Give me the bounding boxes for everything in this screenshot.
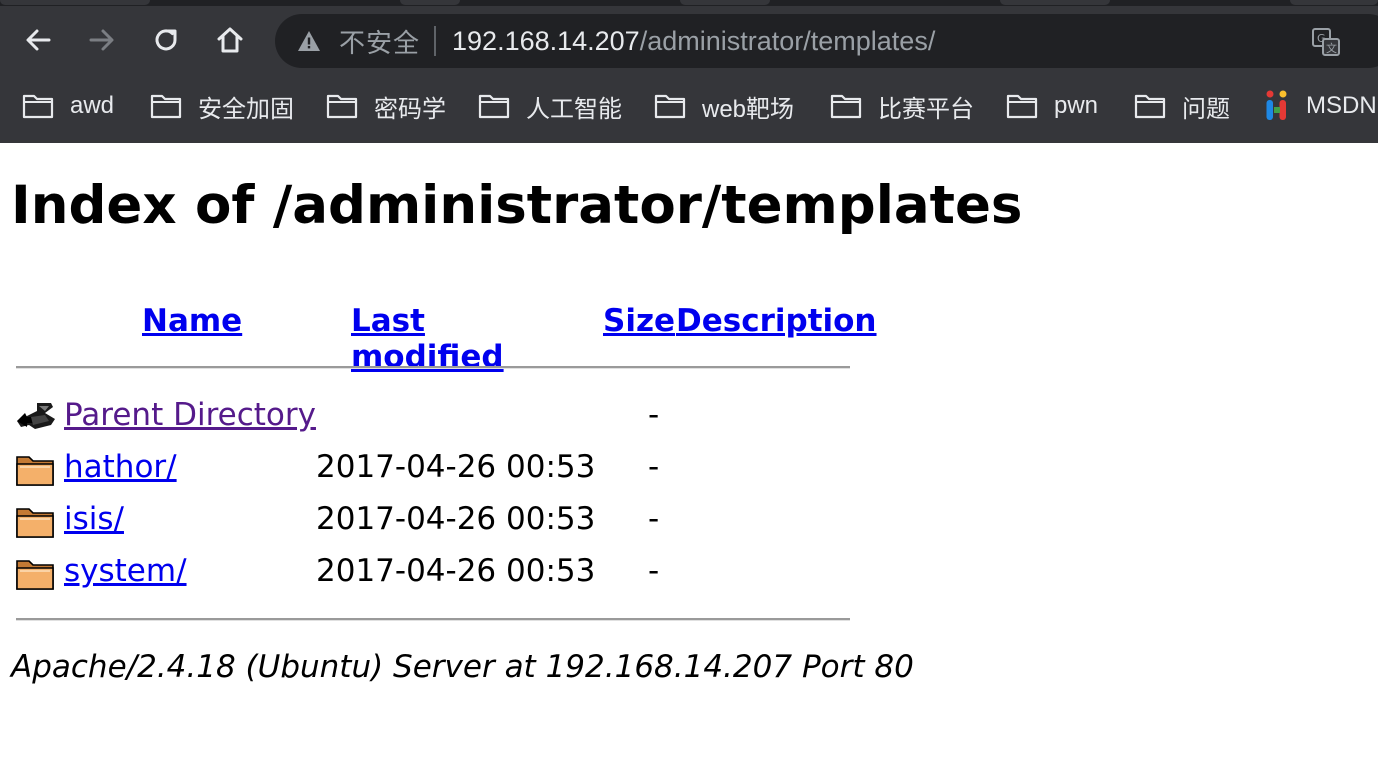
table-row: hathor/ 2017-04-26 00:53 -: [0, 445, 900, 493]
folder-link-hathor[interactable]: hathor/: [64, 449, 177, 485]
folder-link-isis[interactable]: isis/: [64, 501, 124, 537]
column-header-last-modified[interactable]: Last modified: [351, 303, 504, 375]
bookmark-label: awd: [70, 92, 115, 119]
bookmark-label: 问题: [1182, 95, 1230, 123]
bookmark-label: 比赛平台: [878, 95, 974, 123]
back-icon: [26, 29, 51, 51]
bookmark-label: pwn: [1054, 92, 1099, 119]
bookmark-pwn[interactable]: pwn: [1006, 80, 1098, 132]
folder-icon: [478, 94, 510, 119]
column-header-name[interactable]: Name: [142, 303, 242, 339]
folder-icon: [150, 94, 182, 119]
folder-icon: [830, 94, 862, 119]
divider-bottom: [16, 618, 850, 621]
column-header-size[interactable]: Size: [603, 303, 675, 339]
row-size: -: [648, 397, 660, 433]
url-host: 192.168.14.207: [452, 25, 640, 56]
row-last-modified: 2017-04-26 00:53: [316, 501, 596, 537]
row-last-modified: 2017-04-26 00:53: [316, 449, 596, 485]
server-signature: Apache/2.4.18 (Ubuntu) Server at 192.168…: [11, 649, 914, 685]
folder-icon: [654, 94, 686, 119]
forward-button[interactable]: [82, 20, 122, 60]
row-size: -: [648, 501, 660, 537]
folder-icon: [1134, 94, 1166, 119]
forward-icon: [89, 29, 114, 51]
table-row: Parent Directory -: [0, 393, 900, 441]
bookmark-security-hardening[interactable]: 安全加固: [150, 80, 294, 132]
address-bar[interactable]: 不安全 192.168.14.207/administrator/templat…: [275, 14, 1378, 68]
address-separator: [434, 26, 437, 56]
folder-icon: [326, 94, 358, 119]
page-title: Index of /administrator/templates: [11, 175, 1023, 236]
folder-icon: [15, 553, 57, 593]
folder-link-system[interactable]: system/: [64, 553, 187, 589]
row-size: -: [648, 553, 660, 589]
bookmark-label: 密码学: [374, 95, 446, 123]
bookmark-competition[interactable]: 比赛平台: [830, 80, 974, 132]
back-button[interactable]: [18, 20, 58, 60]
table-row: isis/ 2017-04-26 00:53 -: [0, 497, 900, 545]
row-last-modified: 2017-04-26 00:53: [316, 553, 596, 589]
folder-icon: [1006, 94, 1038, 119]
bookmark-web-range[interactable]: web靶场: [654, 80, 794, 132]
folder-icon: [15, 501, 57, 541]
divider-top: [16, 366, 850, 369]
parent-directory-link[interactable]: Parent Directory: [64, 397, 316, 433]
reload-icon: [155, 29, 177, 51]
bookmark-awd[interactable]: awd: [22, 80, 114, 132]
bookmark-label: MSDN: [1306, 92, 1377, 119]
table-row: system/ 2017-04-26 00:53 -: [0, 549, 900, 597]
url-path: /administrator/templates/: [639, 25, 936, 56]
url-text[interactable]: 192.168.14.207/administrator/templates/: [452, 26, 935, 57]
browser-chrome: 不安全 192.168.14.207/administrator/templat…: [0, 0, 1378, 143]
bookmarks-bar: awd 安全加固 密码学 人工智能 web靶场 比赛平台 pwn 问题 MSDN: [0, 80, 1378, 132]
bookmark-issues[interactable]: 问题: [1134, 80, 1230, 132]
svg-text:文: 文: [1326, 41, 1337, 55]
insecure-label[interactable]: 不安全: [339, 23, 420, 60]
folder-icon: [15, 449, 57, 489]
bookmark-cryptography[interactable]: 密码学: [326, 80, 446, 132]
back-arrow-icon: [15, 397, 57, 437]
home-button[interactable]: [210, 20, 250, 60]
msdn-logo-icon: [1266, 90, 1287, 120]
warning-icon[interactable]: [297, 28, 323, 54]
bookmark-label: 人工智能: [526, 95, 622, 123]
reload-button[interactable]: [146, 20, 186, 60]
column-header-description[interactable]: Description: [676, 303, 877, 339]
translate-icon[interactable]: G 文: [1311, 27, 1341, 57]
bookmark-msdn[interactable]: MSDN: [1262, 80, 1377, 132]
bookmark-label: web靶场: [702, 95, 795, 123]
home-icon: [217, 27, 243, 53]
page-content: Index of /administrator/templates Name L…: [0, 143, 1378, 772]
bookmark-ai[interactable]: 人工智能: [478, 80, 622, 132]
row-size: -: [648, 449, 660, 485]
browser-toolbar: 不安全 192.168.14.207/administrator/templat…: [0, 6, 1378, 76]
folder-icon: [22, 94, 54, 119]
bookmark-label: 安全加固: [198, 95, 294, 123]
